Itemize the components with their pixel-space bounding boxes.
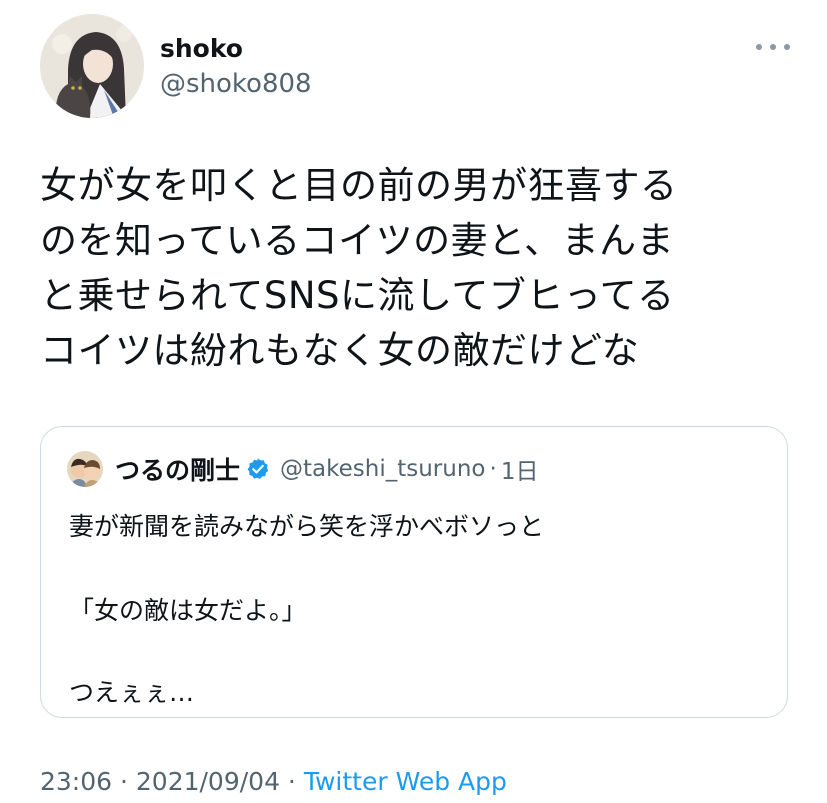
tweet-text-line: と乗せられてSNSに流してブヒってる	[40, 274, 675, 317]
meta-separator: ·	[112, 767, 136, 796]
tweet-card: shoko @shoko808 女が女を叩くと目の前の男が狂喜する のを知ってい…	[0, 0, 827, 803]
quoted-author-name: つるの剛士	[115, 456, 241, 485]
author-handle[interactable]: @shoko808	[160, 69, 312, 99]
quoted-author-handle: @takeshi_tsuruno	[280, 456, 486, 482]
meta-separator: ·	[279, 767, 304, 796]
quoted-avatar-icon	[67, 451, 103, 487]
tweet-meta: 23:06 · 2021/09/04 · Twitter Web App	[40, 767, 507, 796]
tweet-text-line: コイツは紛れもなく女の敵だけどな	[40, 329, 640, 372]
quoted-text-line: つえぇぇ…	[69, 678, 195, 707]
quoted-author-avatar	[67, 451, 103, 487]
author-name[interactable]: shoko	[160, 34, 243, 63]
quoted-text-line: 妻が新聞を読みながら笑を浮かべボソっと	[69, 512, 545, 541]
tweet-source-link[interactable]: Twitter Web App	[304, 767, 507, 796]
tweet-text-line: 女が女を叩くと目の前の男が狂喜する	[40, 164, 678, 207]
tweet-header: shoko @shoko808	[40, 14, 790, 118]
tweet-date[interactable]: 2021/09/04	[136, 767, 280, 796]
quoted-tweet[interactable]: つるの剛士 @takeshi_tsuruno · 1日 妻が新聞を読みながら笑を…	[40, 426, 788, 718]
avatar-illustration-icon	[40, 14, 144, 118]
more-dot	[784, 44, 790, 50]
quoted-separator: ·	[489, 456, 497, 482]
tweet-text-line: のを知っているコイツの妻と、まんま	[40, 219, 675, 262]
quoted-timestamp: 1日	[500, 459, 539, 485]
more-dot	[756, 44, 762, 50]
quoted-text-line: 「女の敵は女だよ。」	[69, 596, 307, 625]
tweet-text: 女が女を叩くと目の前の男が狂喜する のを知っているコイツの妻と、まんま と乗せら…	[40, 158, 800, 378]
more-icon[interactable]	[756, 40, 790, 54]
more-dot	[770, 44, 776, 50]
quoted-tweet-header: つるの剛士 @takeshi_tsuruno · 1日	[67, 451, 538, 487]
verified-badge-icon	[247, 458, 269, 479]
tweet-time[interactable]: 23:06	[40, 767, 112, 796]
author-avatar[interactable]	[40, 14, 144, 118]
